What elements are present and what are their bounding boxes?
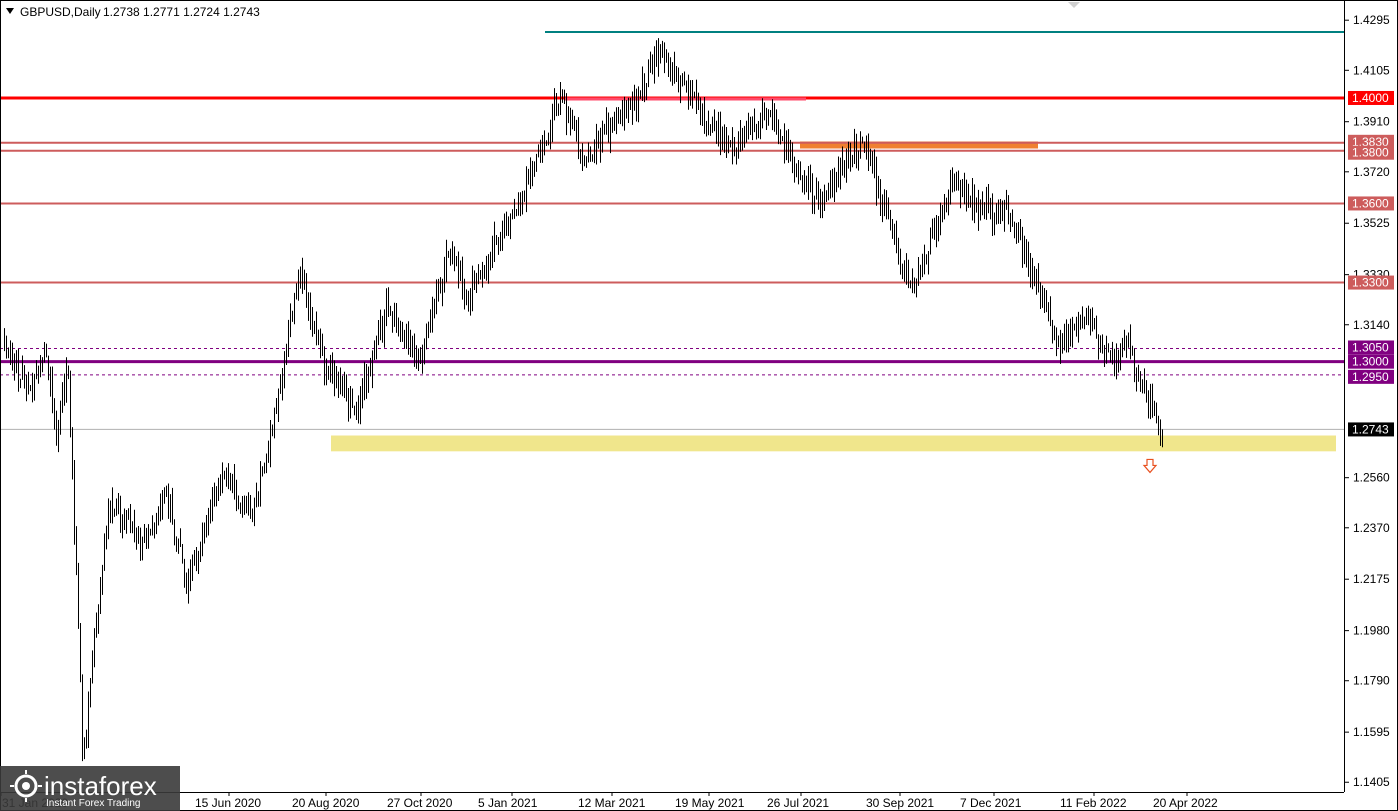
price-tick-label: 1.4105 [1353,63,1390,77]
level-tag-label: 1.3050 [1352,340,1389,354]
ohlc-values: 1.2738 1.2771 1.2724 1.2743 [103,5,260,19]
level-tag-label: 1.4000 [1352,91,1389,105]
level-tag-label: 1.3000 [1352,355,1389,369]
price-tick-label: 1.2560 [1353,471,1390,485]
date-tick-label: 12 Mar 2021 [578,796,646,810]
watermark: instaforex Instant Forex Trading [0,766,180,811]
date-tick-label: 27 Oct 2020 [387,796,453,810]
date-tick-label: 30 Sep 2021 [866,796,934,810]
price-tick-label: 1.2175 [1353,572,1390,586]
date-tick-label: 20 Aug 2020 [292,796,360,810]
symbol-label: GBPUSD,Daily [20,5,101,19]
date-tick-label: 15 Jun 2020 [195,796,261,810]
chart-header: GBPUSD,Daily 1.2738 1.2771 1.2724 1.2743 [6,5,260,19]
level-tag-label: 1.3300 [1352,276,1389,290]
price-tick-label: 1.1405 [1353,775,1390,789]
price-chart[interactable]: 1.42951.41051.39101.37201.35251.33301.31… [0,0,1398,811]
yellow-support-zone [331,435,1336,452]
price-tick-label: 1.2370 [1353,521,1390,535]
price-tick-label: 1.3910 [1353,115,1390,129]
date-tick-label: 5 Jan 2021 [478,796,538,810]
date-tick-label: 11 Feb 2022 [1060,796,1127,810]
price-tick-label: 1.1980 [1353,624,1390,638]
date-tick-label: 26 Jul 2021 [767,796,829,810]
watermark-brand: instaforex [44,771,157,801]
price-tick-label: 1.1595 [1353,725,1390,739]
price-tick-label: 1.3525 [1353,216,1390,230]
date-tick-label: 20 Apr 2022 [1153,796,1218,810]
date-tick-label: 19 May 2021 [675,796,745,810]
level-tag-label: 1.2950 [1352,370,1389,384]
price-tick-label: 1.3720 [1353,165,1390,179]
current-price-tag-label: 1.2743 [1352,422,1389,436]
price-tick-label: 1.3140 [1353,318,1390,332]
date-tick-label: 7 Dec 2021 [960,796,1022,810]
price-tick-label: 1.4295 [1353,13,1390,27]
watermark-tagline: Instant Forex Trading [46,798,141,809]
level-tag-label: 1.3600 [1352,196,1389,210]
price-tick-label: 1.1790 [1353,674,1390,688]
chart-background [0,0,1398,811]
level-tag-label: 1.3800 [1352,146,1389,160]
